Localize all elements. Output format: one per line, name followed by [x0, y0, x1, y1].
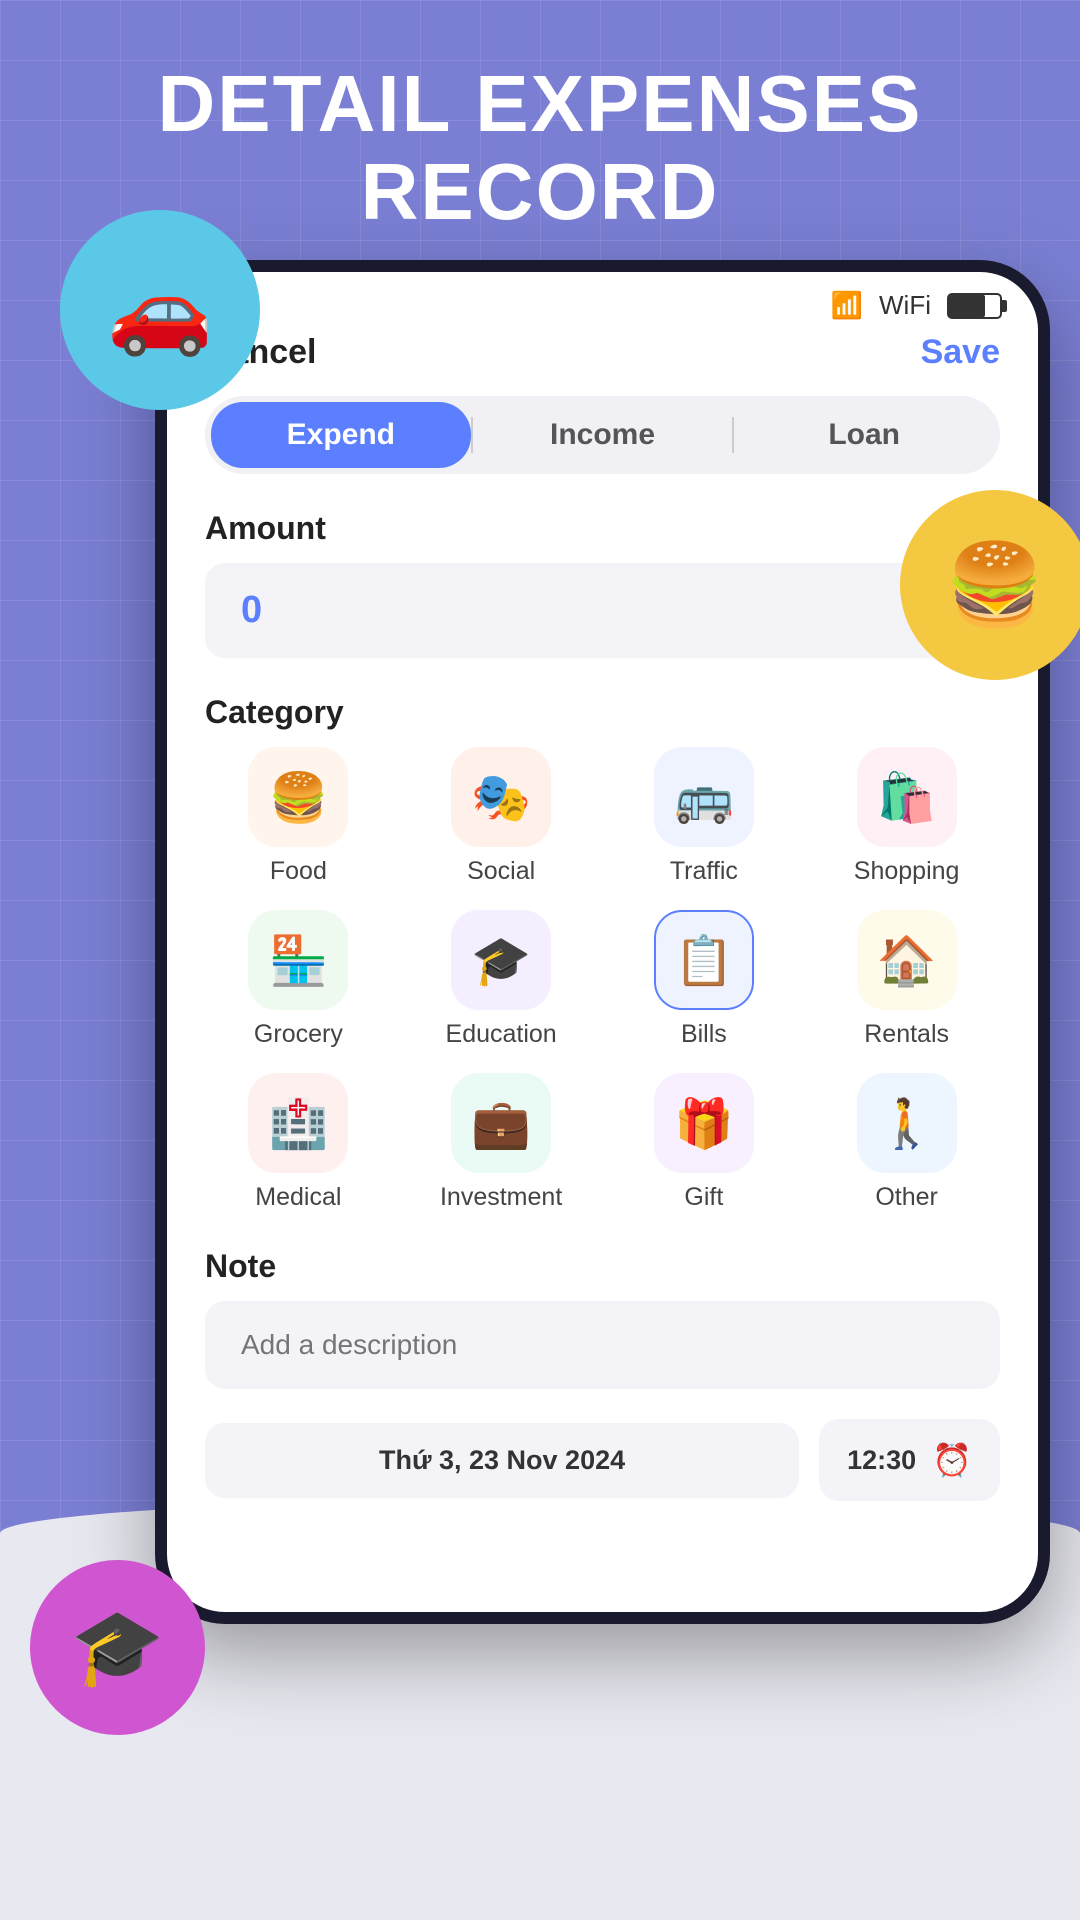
- phone-body: 📶 WiFi Cancel Save Expend Income: [155, 260, 1050, 1624]
- category-label-social: Social: [467, 857, 535, 886]
- tab-loan[interactable]: Loan: [734, 402, 994, 468]
- category-item-investment[interactable]: 💼 Investment: [408, 1073, 595, 1212]
- float-car-icon: 🚗: [60, 210, 260, 410]
- tab-income[interactable]: Income: [473, 402, 733, 468]
- clock-icon: ⏰: [932, 1441, 972, 1479]
- category-icon-bills: 📋: [654, 910, 754, 1010]
- category-item-gift[interactable]: 🎁 Gift: [611, 1073, 798, 1212]
- category-grid: 🍔 Food 🎭 Social 🚌 Traffic 🛍️ Shopping 🏪 Grocery 🎓 E…: [205, 747, 1000, 1212]
- datetime-row: Thứ 3, 23 Nov 2024 12:30 ⏰: [205, 1419, 1000, 1501]
- tab-expend[interactable]: Expend: [211, 402, 471, 468]
- signal-icon: 📶: [831, 290, 863, 321]
- category-label-grocery: Grocery: [254, 1020, 343, 1049]
- category-item-medical[interactable]: 🏥 Medical: [205, 1073, 392, 1212]
- category-label-traffic: Traffic: [670, 857, 738, 886]
- tab-switcher: Expend Income Loan: [205, 396, 1000, 474]
- category-label-food: Food: [270, 857, 327, 886]
- category-label-investment: Investment: [440, 1183, 562, 1212]
- category-icon-other: 🚶: [857, 1073, 957, 1173]
- category-icon-medical: 🏥: [248, 1073, 348, 1173]
- category-label-other: Other: [875, 1183, 938, 1212]
- category-item-other[interactable]: 🚶 Other: [813, 1073, 1000, 1212]
- category-item-traffic[interactable]: 🚌 Traffic: [611, 747, 798, 886]
- time-value: 12:30: [847, 1445, 916, 1476]
- battery-icon: [947, 293, 1002, 319]
- float-edu-icon: 🎓: [30, 1560, 205, 1735]
- category-item-food[interactable]: 🍔 Food: [205, 747, 392, 886]
- phone-screen: 📶 WiFi Cancel Save Expend Income: [167, 272, 1038, 1612]
- category-item-rentals[interactable]: 🏠 Rentals: [813, 910, 1000, 1049]
- category-item-shopping[interactable]: 🛍️ Shopping: [813, 747, 1000, 886]
- app-content: Cancel Save Expend Income Loan Amount 0 …: [167, 321, 1038, 1541]
- header-row: Cancel Save: [205, 321, 1000, 396]
- note-label: Note: [205, 1248, 1000, 1285]
- amount-value: 0: [241, 589, 262, 632]
- category-icon-education: 🎓: [451, 910, 551, 1010]
- category-icon-investment: 💼: [451, 1073, 551, 1173]
- save-button[interactable]: Save: [921, 333, 1000, 372]
- category-item-bills[interactable]: 📋 Bills: [611, 910, 798, 1049]
- amount-label: Amount: [205, 510, 1000, 547]
- category-label: Category: [205, 694, 1000, 731]
- category-item-grocery[interactable]: 🏪 Grocery: [205, 910, 392, 1049]
- float-food-icon: 🍔: [900, 490, 1080, 680]
- category-icon-food: 🍔: [248, 747, 348, 847]
- category-icon-shopping: 🛍️: [857, 747, 957, 847]
- category-icon-rentals: 🏠: [857, 910, 957, 1010]
- phone-mockup: 📶 WiFi Cancel Save Expend Income: [155, 260, 1050, 1624]
- category-icon-grocery: 🏪: [248, 910, 348, 1010]
- time-picker[interactable]: 12:30 ⏰: [819, 1419, 1000, 1501]
- category-label-bills: Bills: [681, 1020, 727, 1049]
- date-picker[interactable]: Thứ 3, 23 Nov 2024: [205, 1423, 799, 1498]
- category-item-education[interactable]: 🎓 Education: [408, 910, 595, 1049]
- category-icon-traffic: 🚌: [654, 747, 754, 847]
- amount-input-row[interactable]: 0 vnd: [205, 563, 1000, 658]
- category-label-gift: Gift: [684, 1183, 723, 1212]
- category-item-social[interactable]: 🎭 Social: [408, 747, 595, 886]
- note-input[interactable]: [205, 1301, 1000, 1389]
- status-bar: 📶 WiFi: [167, 272, 1038, 321]
- category-icon-social: 🎭: [451, 747, 551, 847]
- category-icon-gift: 🎁: [654, 1073, 754, 1173]
- category-label-shopping: Shopping: [854, 857, 960, 886]
- category-label-rentals: Rentals: [864, 1020, 949, 1049]
- category-label-education: Education: [446, 1020, 557, 1049]
- category-label-medical: Medical: [255, 1183, 341, 1212]
- wifi-icon: WiFi: [879, 290, 931, 321]
